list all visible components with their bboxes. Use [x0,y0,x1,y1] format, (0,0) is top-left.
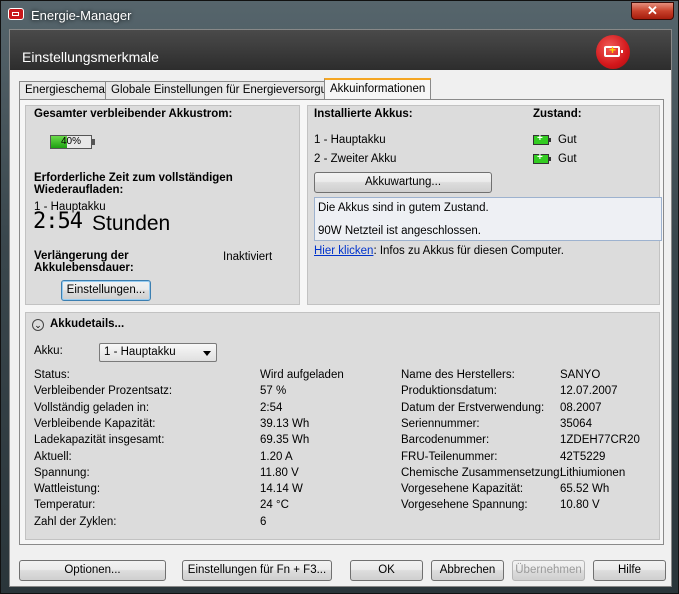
battery-row-2-name: 2 - Zweiter Akku [314,153,397,165]
detail-value: SANYO [560,369,601,381]
recharge-heading-1: Erforderliche Zeit zum vollständigen [34,172,233,184]
detail-label: Verbleibende Kapazität: [34,417,156,430]
detail-label: Verbleibender Prozentsatz: [34,385,173,398]
tab-energieschema[interactable]: Energieschema [19,81,111,100]
detail-label: Name des Herstellers: [401,369,515,381]
options-button[interactable]: Optionen... [19,560,166,581]
detail-label: Vorgesehene Kapazität: [401,483,524,496]
state-heading: Zustand: [533,108,582,120]
detail-label: Aktuell: [34,450,72,463]
title-bar[interactable]: Energie-Manager ✕ [1,1,678,29]
battery-level-percent: 40% [60,136,81,147]
detail-label: Spannung: [34,466,90,479]
tab-global-settings[interactable]: Globale Einstellungen für Energieversorg… [105,81,346,100]
recharge-heading-2: Wiederaufladen: [34,184,124,196]
detail-value: 14.14 W [260,483,303,496]
battery-row-2-state: Gut [558,153,577,165]
detail-value: Wird aufgeladen [260,369,344,381]
detail-label: Chemische Zusammensetzung: [401,466,563,479]
app-battery-icon [8,8,24,20]
close-button[interactable]: ✕ [631,2,674,20]
akku-select[interactable]: 1 - Hauptakku [99,343,217,362]
energy-manager-window: Energie-Manager ✕ Einstellungsmerkmale +… [0,0,679,594]
detail-label: Status: [34,369,70,381]
battery-details-panel: ⌄ Akkudetails... Akku: 1 - Hauptakku Sta… [25,312,660,540]
detail-value: 35064 [560,417,592,430]
chevron-down-icon [203,351,211,356]
detail-value: 57 % [260,385,287,398]
status-message-2: 90W Netzteil ist angeschlossen. [318,225,481,237]
detail-label: Vollständig geladen in: [34,401,150,414]
installed-heading: Installierte Akkus: [314,108,413,120]
detail-value: 65.52 Wh [560,483,610,496]
detail-label: Ladekapazität insgesamt: [34,434,165,447]
detail-value: 39.13 Wh [260,417,310,430]
info-link-suffix: : Infos zu Akkus für diesen Computer. [373,245,564,257]
ok-button[interactable]: OK [350,560,423,581]
installed-batteries-panel: Installierte Akkus: Zustand: 1 - Hauptak… [307,105,662,305]
detail-label: Seriennummer: [401,417,480,430]
detail-value: 6 [260,515,267,528]
detail-label: Produktionsdatum: [401,385,497,398]
detail-label: FRU-Teilenummer: [401,450,498,463]
detail-value: Lithiumionen [560,466,626,479]
remaining-heading: Gesamter verbleibender Akkustrom: [34,108,233,120]
battery-good-icon: + [533,133,551,145]
apply-button[interactable]: Übernehmen [512,560,585,581]
battery-good-icon: + [533,152,551,164]
detail-label: Vorgesehene Spannung: [401,499,528,512]
tab-battery-info[interactable]: Akkuinformationen [324,78,432,100]
detail-label: Temperatur: [34,499,96,512]
detail-label: Zahl der Zyklen: [34,515,117,528]
akku-select-value: 1 - Hauptakku [104,346,176,358]
status-message-1: Die Akkus sind in gutem Zustand. [318,202,489,214]
window-title: Energie-Manager [31,8,132,23]
battery-row-1-name: 1 - Hauptakku [314,134,386,146]
battery-maintenance-button[interactable]: Akkuwartung... [314,172,492,193]
detail-value: 11.80 V [260,466,299,479]
header-band: Einstellungsmerkmale + [10,30,671,70]
detail-value: 24 °C [260,499,289,512]
details-heading[interactable]: Akkudetails... [50,318,124,330]
detail-value: 1.20 A [260,450,293,463]
detail-value: 1ZDEH77CR20 [560,434,640,447]
battery-charge-panel: Gesamter verbleibender Akkustrom: 40% Er… [25,105,300,305]
battery-row-1-state: Gut [558,134,577,146]
recharge-unit: Stunden [92,212,171,235]
detail-label: Wattleistung: [34,483,101,496]
lifetime-label-1: Verlängerung der [34,250,129,262]
lifetime-settings-button[interactable]: Einstellungen... [61,280,151,301]
detail-value: 2:54 [260,401,283,414]
dialog-content: Einstellungsmerkmale + Energieschema Glo… [9,29,672,587]
fn-settings-button[interactable]: Einstellungen für Fn + F3... [182,560,332,581]
recharge-time: 2:54 [33,209,83,234]
lifetime-label-2: Akkulebensdauer: [34,262,134,274]
detail-value: 69.35 Wh [260,434,310,447]
detail-label: Datum der Erstverwendung: [401,401,545,414]
info-link-line: Hier klicken: Infos zu Akkus für diesen … [314,245,564,257]
help-button[interactable]: Hilfe [593,560,666,581]
status-message-box: Die Akkus sind in gutem Zustand. 90W Net… [314,197,662,241]
battery-level-bar: 40% [50,135,95,149]
page-title: Einstellungsmerkmale [22,49,159,65]
detail-label: Barcodenummer: [401,434,490,447]
akku-label: Akku: [34,345,63,357]
detail-value: 12.07.2007 [560,385,618,398]
tab-panel: Gesamter verbleibender Akkustrom: 40% Er… [19,99,664,545]
battery-logo-icon: + [596,35,630,69]
info-link[interactable]: Hier klicken [314,245,373,257]
collapse-chevron-icon[interactable]: ⌄ [32,319,44,331]
detail-value: 08.2007 [560,401,602,414]
detail-value: 42T5229 [560,450,606,463]
detail-value: 10.80 V [560,499,600,512]
cancel-button[interactable]: Abbrechen [431,560,504,581]
lifetime-status: Inaktiviert [223,251,273,263]
